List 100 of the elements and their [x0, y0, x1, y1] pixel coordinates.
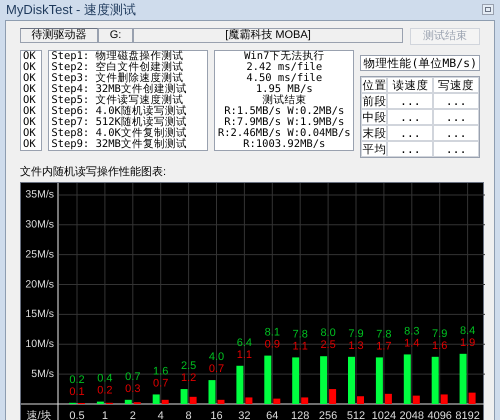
data-label: 1.9 — [460, 336, 476, 349]
table-cell: ... — [387, 124, 434, 140]
bar — [124, 400, 132, 404]
axis-tick-label: 16 — [210, 410, 223, 420]
table-cell: 末段 — [361, 124, 388, 140]
volume-name: [魔霸科技 MOBA] — [133, 28, 403, 42]
chart-caption: 文件内随机读写操作性能图表: — [20, 164, 168, 180]
step-name: Step9: 32MB文件复制测试 — [51, 138, 188, 150]
result-text: 4.50 ms/file — [246, 72, 322, 84]
data-label: 6.4 — [236, 336, 252, 349]
bar — [376, 357, 383, 404]
result-text: 1.95 MB/s — [256, 84, 313, 94]
bar — [273, 398, 280, 404]
data-label: 7.9 — [432, 328, 448, 340]
table-cell: ... — [433, 92, 479, 108]
result-text: R:2.46MB/s W:0.04MB/s — [218, 128, 351, 138]
status-text: OK — [23, 138, 37, 150]
bar — [180, 389, 188, 404]
table-cell: ... — [433, 108, 479, 124]
bar — [468, 392, 476, 404]
bar — [348, 356, 355, 404]
table-cell: ... — [433, 140, 479, 156]
data-label: 7.8 — [292, 328, 308, 340]
step-name: Step1: 物理磁盘操作测试 — [51, 50, 185, 62]
bar — [264, 356, 272, 404]
data-label: 1.4 — [404, 337, 420, 350]
table-cell: ... — [433, 124, 479, 140]
status-text: OK — [23, 62, 37, 72]
bar — [208, 380, 216, 404]
bar — [404, 354, 411, 404]
status-text: OK — [23, 116, 37, 128]
data-label: 7.8 — [376, 328, 392, 340]
data-label: 4.0 — [208, 351, 224, 364]
result-text: R:1.5MB/s W:0.2MB/s — [224, 106, 344, 116]
data-label: 2.5 — [320, 339, 336, 352]
status-text: OK — [23, 84, 37, 94]
step-name: Step2: 空白文件创建测试 — [51, 62, 185, 72]
axis-tick-label: 2048 — [400, 410, 424, 420]
bar — [218, 400, 224, 404]
axis-tick-label: 128 — [291, 410, 310, 420]
table-cell: 平均 — [361, 140, 388, 156]
data-label: 1.2 — [180, 372, 196, 384]
axis-tick-label: 1024 — [372, 410, 396, 420]
bar — [432, 356, 439, 404]
status-text: OK — [23, 106, 37, 116]
data-label: 0.2 — [97, 384, 113, 397]
bar — [412, 396, 420, 404]
data-label: 8.0 — [320, 327, 336, 340]
data-label: 1.1 — [292, 340, 308, 352]
bar — [245, 397, 252, 404]
bar — [357, 396, 364, 404]
data-label: 8.3 — [404, 325, 420, 338]
table-cell: ... — [387, 140, 434, 156]
drive-label: 待测驱动器 — [20, 28, 98, 42]
bar — [384, 394, 392, 404]
data-label: 0.7 — [125, 370, 140, 383]
table-header: 读速度 — [387, 76, 434, 92]
step-name: Step6: 4.0K随机读写测试 — [51, 106, 188, 116]
result-text: R:7.9MB/s W:1.9MB/s — [224, 116, 344, 128]
bar — [236, 366, 244, 404]
status-text: OK — [23, 94, 37, 106]
drive-letter: G: — [98, 28, 133, 42]
axis-tick-label: 15M/s — [25, 308, 54, 320]
data-label: 0.7 — [153, 377, 168, 390]
bar — [329, 389, 336, 404]
data-label: 1.7 — [376, 340, 392, 352]
bar — [96, 402, 104, 404]
data-label: 0.7 — [208, 363, 224, 376]
data-label: 8.1 — [264, 326, 280, 339]
window-control-icon[interactable] — [482, 4, 494, 16]
data-label: 1.3 — [348, 340, 364, 352]
status-text: OK — [23, 128, 37, 138]
bar — [190, 396, 197, 404]
axis-tick-label: 64 — [266, 410, 278, 420]
table-header: 位置 — [361, 76, 388, 92]
axis-tick-label: 8192 — [455, 410, 480, 420]
status-text: OK — [23, 72, 37, 84]
axis-tick-label: 20M/s — [25, 278, 54, 290]
data-label: 0.4 — [97, 372, 113, 385]
step-name: Step8: 4.0K文件复制测试 — [51, 128, 188, 138]
result-text: R:1003.92MB/s — [243, 138, 326, 150]
axis-tick-label: 4 — [158, 410, 164, 420]
axis-tick-label: 30M/s — [25, 218, 54, 231]
axis-tick-label: 256 — [318, 410, 338, 420]
bar — [152, 394, 160, 404]
axis-tick-label: 0.5 — [69, 410, 85, 420]
step-name: Step3: 文件删除速度测试 — [51, 72, 184, 84]
data-label: 8.4 — [460, 324, 476, 337]
result-text: Win7下无法执行 — [244, 50, 324, 62]
axis-tick-label: 32 — [238, 410, 251, 420]
panel-title: 物理性能(单位MB/s) — [360, 54, 480, 70]
window-title: MyDiskTest - 速度测试 — [6, 1, 136, 19]
axis-tick-label: 4096 — [427, 410, 452, 420]
axis-tick-label: 2 — [130, 410, 136, 420]
bar — [320, 356, 328, 404]
data-label: 0.3 — [125, 382, 140, 395]
data-label: 0.1 — [69, 386, 85, 398]
axis-tick-label: 512 — [346, 410, 366, 420]
bar — [292, 357, 300, 404]
table-header: 写速度 — [433, 76, 479, 92]
